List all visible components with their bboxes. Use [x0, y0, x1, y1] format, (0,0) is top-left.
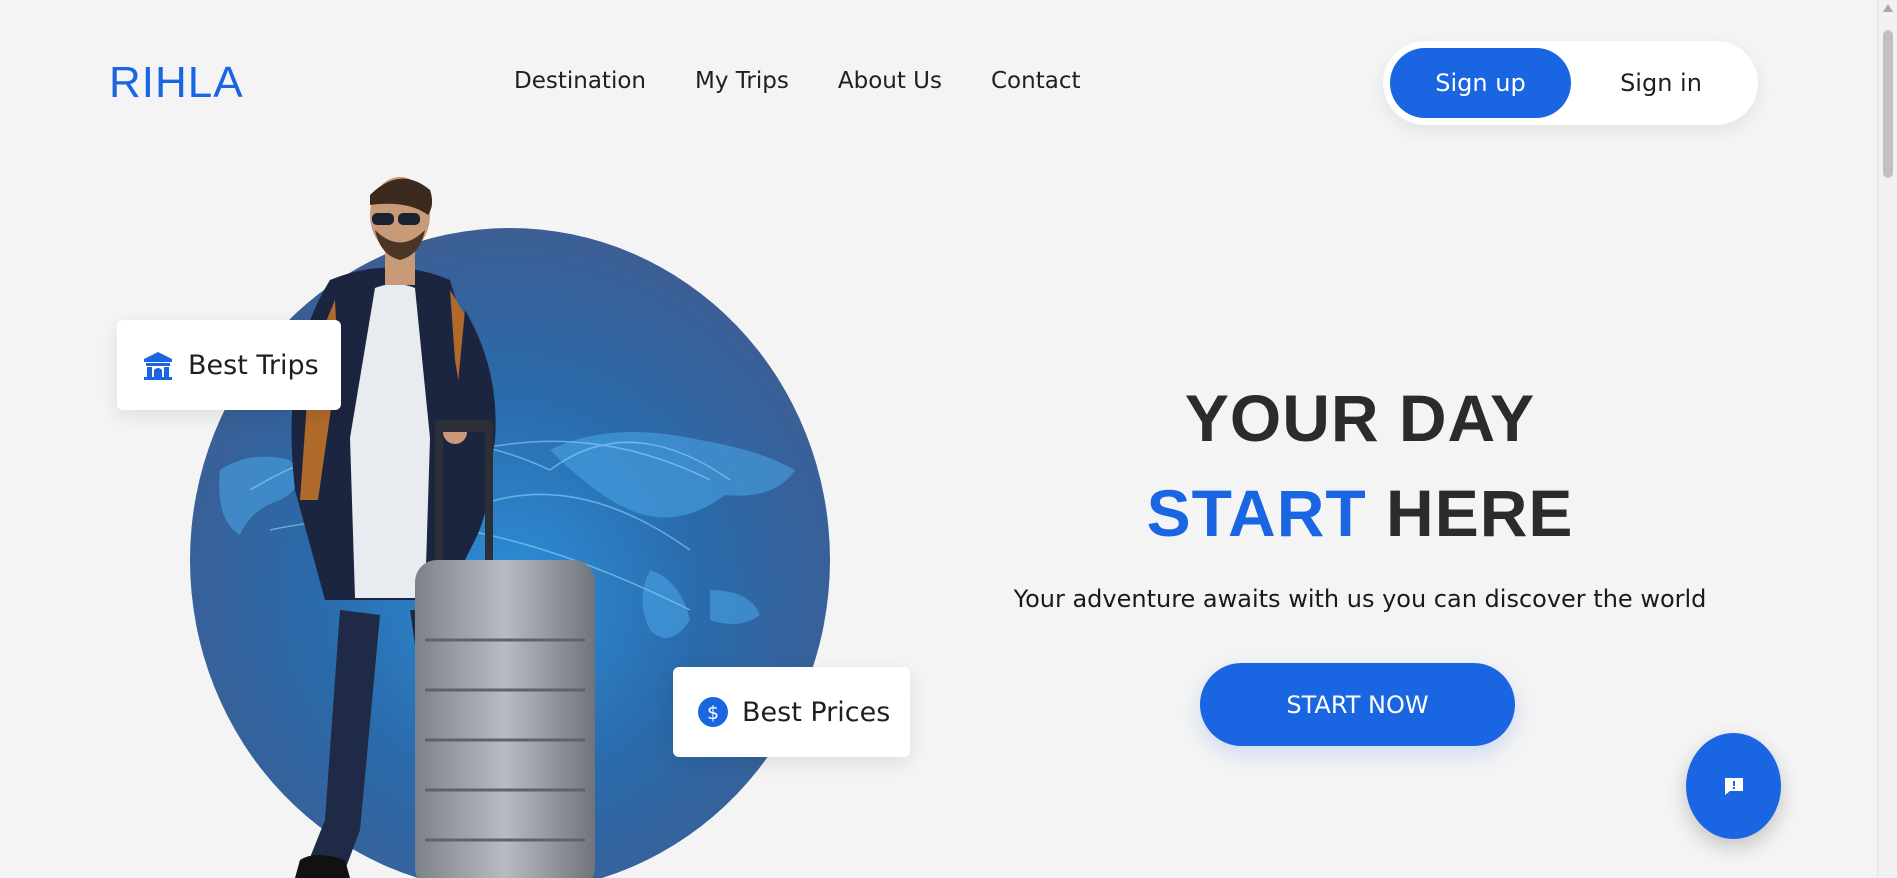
- svg-text:$: $: [707, 702, 719, 724]
- headline-line1: YOUR DAY: [1184, 381, 1536, 455]
- signup-button[interactable]: Sign up: [1390, 48, 1571, 118]
- best-prices-label: Best Prices: [742, 696, 891, 728]
- best-trips-badge: Best Trips: [117, 320, 341, 410]
- nav-link-contact[interactable]: Contact: [991, 68, 1080, 94]
- nav-link-destination[interactable]: Destination: [514, 68, 646, 94]
- chat-button[interactable]: [1686, 733, 1781, 839]
- nav-link-about-us[interactable]: About Us: [838, 68, 942, 94]
- signin-button[interactable]: Sign in: [1571, 48, 1751, 118]
- hero-subtitle: Your adventure awaits with us you can di…: [1013, 585, 1707, 613]
- building-icon: [144, 352, 172, 380]
- hero-traveler-image: [190, 177, 830, 878]
- best-trips-label: Best Trips: [188, 349, 319, 381]
- start-now-button[interactable]: START NOW: [1200, 663, 1515, 746]
- chat-alert-icon: [1724, 778, 1743, 795]
- scroll-up-arrow-icon[interactable]: [1883, 4, 1893, 12]
- brand-logo[interactable]: RIHLA: [109, 58, 244, 108]
- headline-rest: HERE: [1366, 476, 1574, 550]
- nav-link-my-trips[interactable]: My Trips: [695, 68, 789, 94]
- page-scrollbar[interactable]: [1877, 0, 1897, 878]
- auth-toggle: Sign up Sign in: [1383, 41, 1758, 125]
- dollar-circle-icon: $: [698, 697, 728, 727]
- scrollbar-thumb[interactable]: [1883, 30, 1893, 178]
- best-prices-badge: $ Best Prices: [673, 667, 910, 757]
- main-nav: Destination My Trips About Us Contact: [514, 68, 1129, 94]
- headline-accent: START: [1146, 476, 1367, 550]
- headline-line2: START HERE: [1000, 475, 1720, 551]
